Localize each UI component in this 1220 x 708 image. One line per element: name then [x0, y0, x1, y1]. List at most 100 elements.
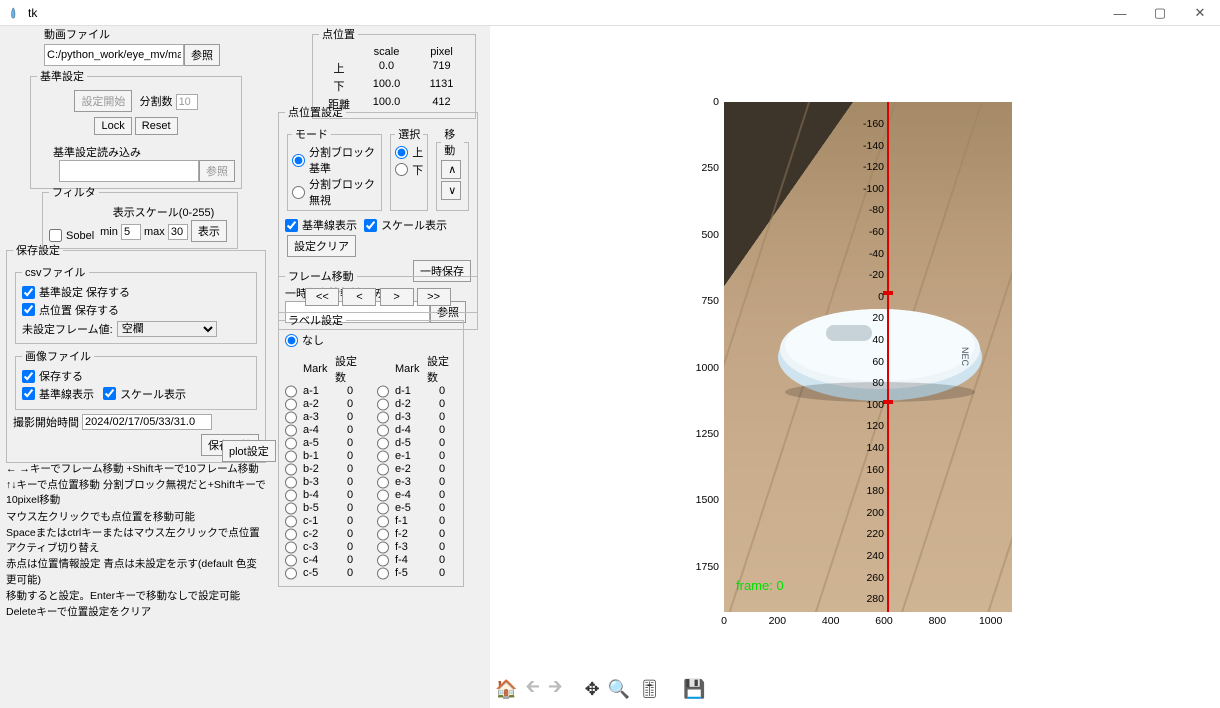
help-text: ← →キーでフレーム移動 +Shiftキーで10フレーム移動↑↓キーで点位置移動…	[6, 462, 266, 621]
y-tick: 1500	[693, 494, 719, 506]
min-input[interactable]	[121, 224, 141, 240]
label-count: 0	[335, 450, 365, 462]
x-tick: 0	[712, 615, 736, 627]
label-mark: e-5	[395, 502, 423, 514]
label-radio[interactable]	[377, 528, 389, 541]
plot-image-area[interactable]: NEC -160-140-120-100-80-60-40-2002040608…	[724, 102, 1012, 612]
max-input[interactable]	[168, 224, 188, 240]
plot-settings-button[interactable]: plot設定	[222, 440, 276, 462]
red-vertical-line	[887, 102, 889, 612]
frame-forward-button[interactable]: >>	[417, 288, 451, 306]
frame-next-button[interactable]: >	[380, 288, 414, 306]
move-up-button[interactable]: ∧	[441, 160, 461, 179]
label-radio[interactable]	[377, 541, 389, 554]
label-radio[interactable]	[285, 502, 297, 515]
x-tick: 200	[765, 615, 789, 627]
video-path-input[interactable]	[44, 44, 184, 66]
image-file-legend: 画像ファイル	[22, 348, 94, 364]
frame-prev-button[interactable]: <	[342, 288, 376, 306]
move-down-button[interactable]: ∨	[441, 181, 461, 200]
save-point-checkbox[interactable]: 点位置 保存する	[22, 302, 119, 318]
label-radio[interactable]	[285, 515, 297, 528]
zoom-icon[interactable]: 🔍	[608, 679, 630, 700]
label-radio[interactable]	[377, 489, 389, 502]
label-radio[interactable]	[285, 476, 297, 489]
label-radio[interactable]	[285, 450, 297, 463]
label-radio[interactable]	[285, 541, 297, 554]
lock-button[interactable]: Lock	[94, 117, 131, 135]
label-count: 0	[427, 528, 457, 540]
label-radio[interactable]	[285, 398, 297, 411]
y-tick: 1000	[693, 362, 719, 374]
label-mark: d-5	[395, 437, 423, 449]
overlay-scale-label: 220	[854, 528, 884, 540]
show-button[interactable]: 表示	[191, 220, 227, 242]
sobel-checkbox[interactable]: Sobel	[49, 229, 94, 242]
clear-settings-button[interactable]: 設定クリア	[287, 235, 356, 257]
minimize-button[interactable]: —	[1100, 0, 1140, 26]
label-radio[interactable]	[377, 515, 389, 528]
mode-block-ignore-radio[interactable]: 分割ブロック無視	[292, 176, 377, 208]
shoot-time-input[interactable]	[82, 414, 212, 430]
cfg-show-scale-checkbox[interactable]: スケール表示	[364, 217, 447, 233]
overlay-scale-label: 120	[854, 420, 884, 432]
label-radio[interactable]	[377, 476, 389, 489]
cfg-show-baseline-checkbox[interactable]: 基準線表示	[285, 217, 357, 233]
split-input[interactable]	[176, 94, 198, 110]
frame-rewind-button[interactable]: <<	[305, 288, 339, 306]
label-radio[interactable]	[285, 385, 297, 398]
base-load-browse-button[interactable]: 参照	[199, 160, 235, 182]
forward-icon[interactable]: 🡲	[548, 674, 563, 704]
label-mark: c-1	[303, 515, 331, 527]
save-image-checkbox[interactable]: 保存する	[22, 368, 83, 384]
label-radio[interactable]	[377, 411, 389, 424]
save-base-checkbox[interactable]: 基準設定 保存する	[22, 284, 130, 300]
close-button[interactable]: ✕	[1180, 0, 1220, 26]
base-load-label: 基準設定読み込み	[37, 144, 235, 160]
reset-button[interactable]: Reset	[135, 117, 178, 135]
label-count: 0	[427, 489, 457, 501]
save-figure-icon[interactable]: 💾	[683, 679, 705, 700]
select-up-radio[interactable]: 上	[395, 144, 423, 160]
label-radio[interactable]	[285, 437, 297, 450]
label-radio[interactable]	[377, 450, 389, 463]
back-icon[interactable]: 🡰	[525, 674, 540, 704]
label-count: 0	[335, 489, 365, 501]
show-baseline-checkbox[interactable]: 基準線表示	[22, 386, 94, 402]
label-radio[interactable]	[285, 567, 297, 580]
label-radio[interactable]	[377, 554, 389, 567]
label-radio[interactable]	[285, 424, 297, 437]
unset-frame-select[interactable]: 空欄	[117, 321, 217, 337]
overlay-scale-label: 0	[854, 291, 884, 303]
base-start-button[interactable]: 設定開始	[74, 90, 132, 112]
video-browse-button[interactable]: 参照	[184, 44, 220, 66]
home-icon[interactable]: 🏠	[495, 679, 517, 700]
max-label: max	[144, 226, 165, 238]
label-radio[interactable]	[285, 489, 297, 502]
label-radio[interactable]	[377, 437, 389, 450]
label-count: 0	[335, 515, 365, 527]
label-none-radio[interactable]: なし	[285, 332, 324, 348]
show-scale-checkbox[interactable]: スケール表示	[103, 386, 186, 402]
configure-icon[interactable]: 🎚	[638, 679, 661, 700]
base-load-input[interactable]	[59, 160, 199, 182]
label-radio[interactable]	[377, 385, 389, 398]
frame-number-label: frame: 0	[736, 578, 784, 593]
label-radio[interactable]	[285, 554, 297, 567]
label-radio[interactable]	[285, 463, 297, 476]
select-down-radio[interactable]: 下	[395, 162, 423, 178]
label-radio[interactable]	[377, 398, 389, 411]
pan-icon[interactable]: ✥	[585, 679, 600, 700]
label-radio[interactable]	[377, 463, 389, 476]
label-radio[interactable]	[377, 424, 389, 437]
label-radio[interactable]	[285, 528, 297, 541]
label-radio[interactable]	[377, 567, 389, 580]
mode-block-base-radio[interactable]: 分割ブロック基準	[292, 144, 377, 176]
label-count: 0	[335, 541, 365, 553]
label-mark: b-5	[303, 502, 331, 514]
label-radio[interactable]	[285, 411, 297, 424]
label-count: 0	[335, 411, 365, 423]
label-count: 0	[427, 502, 457, 514]
maximize-button[interactable]: ▢	[1140, 0, 1180, 26]
label-radio[interactable]	[377, 502, 389, 515]
